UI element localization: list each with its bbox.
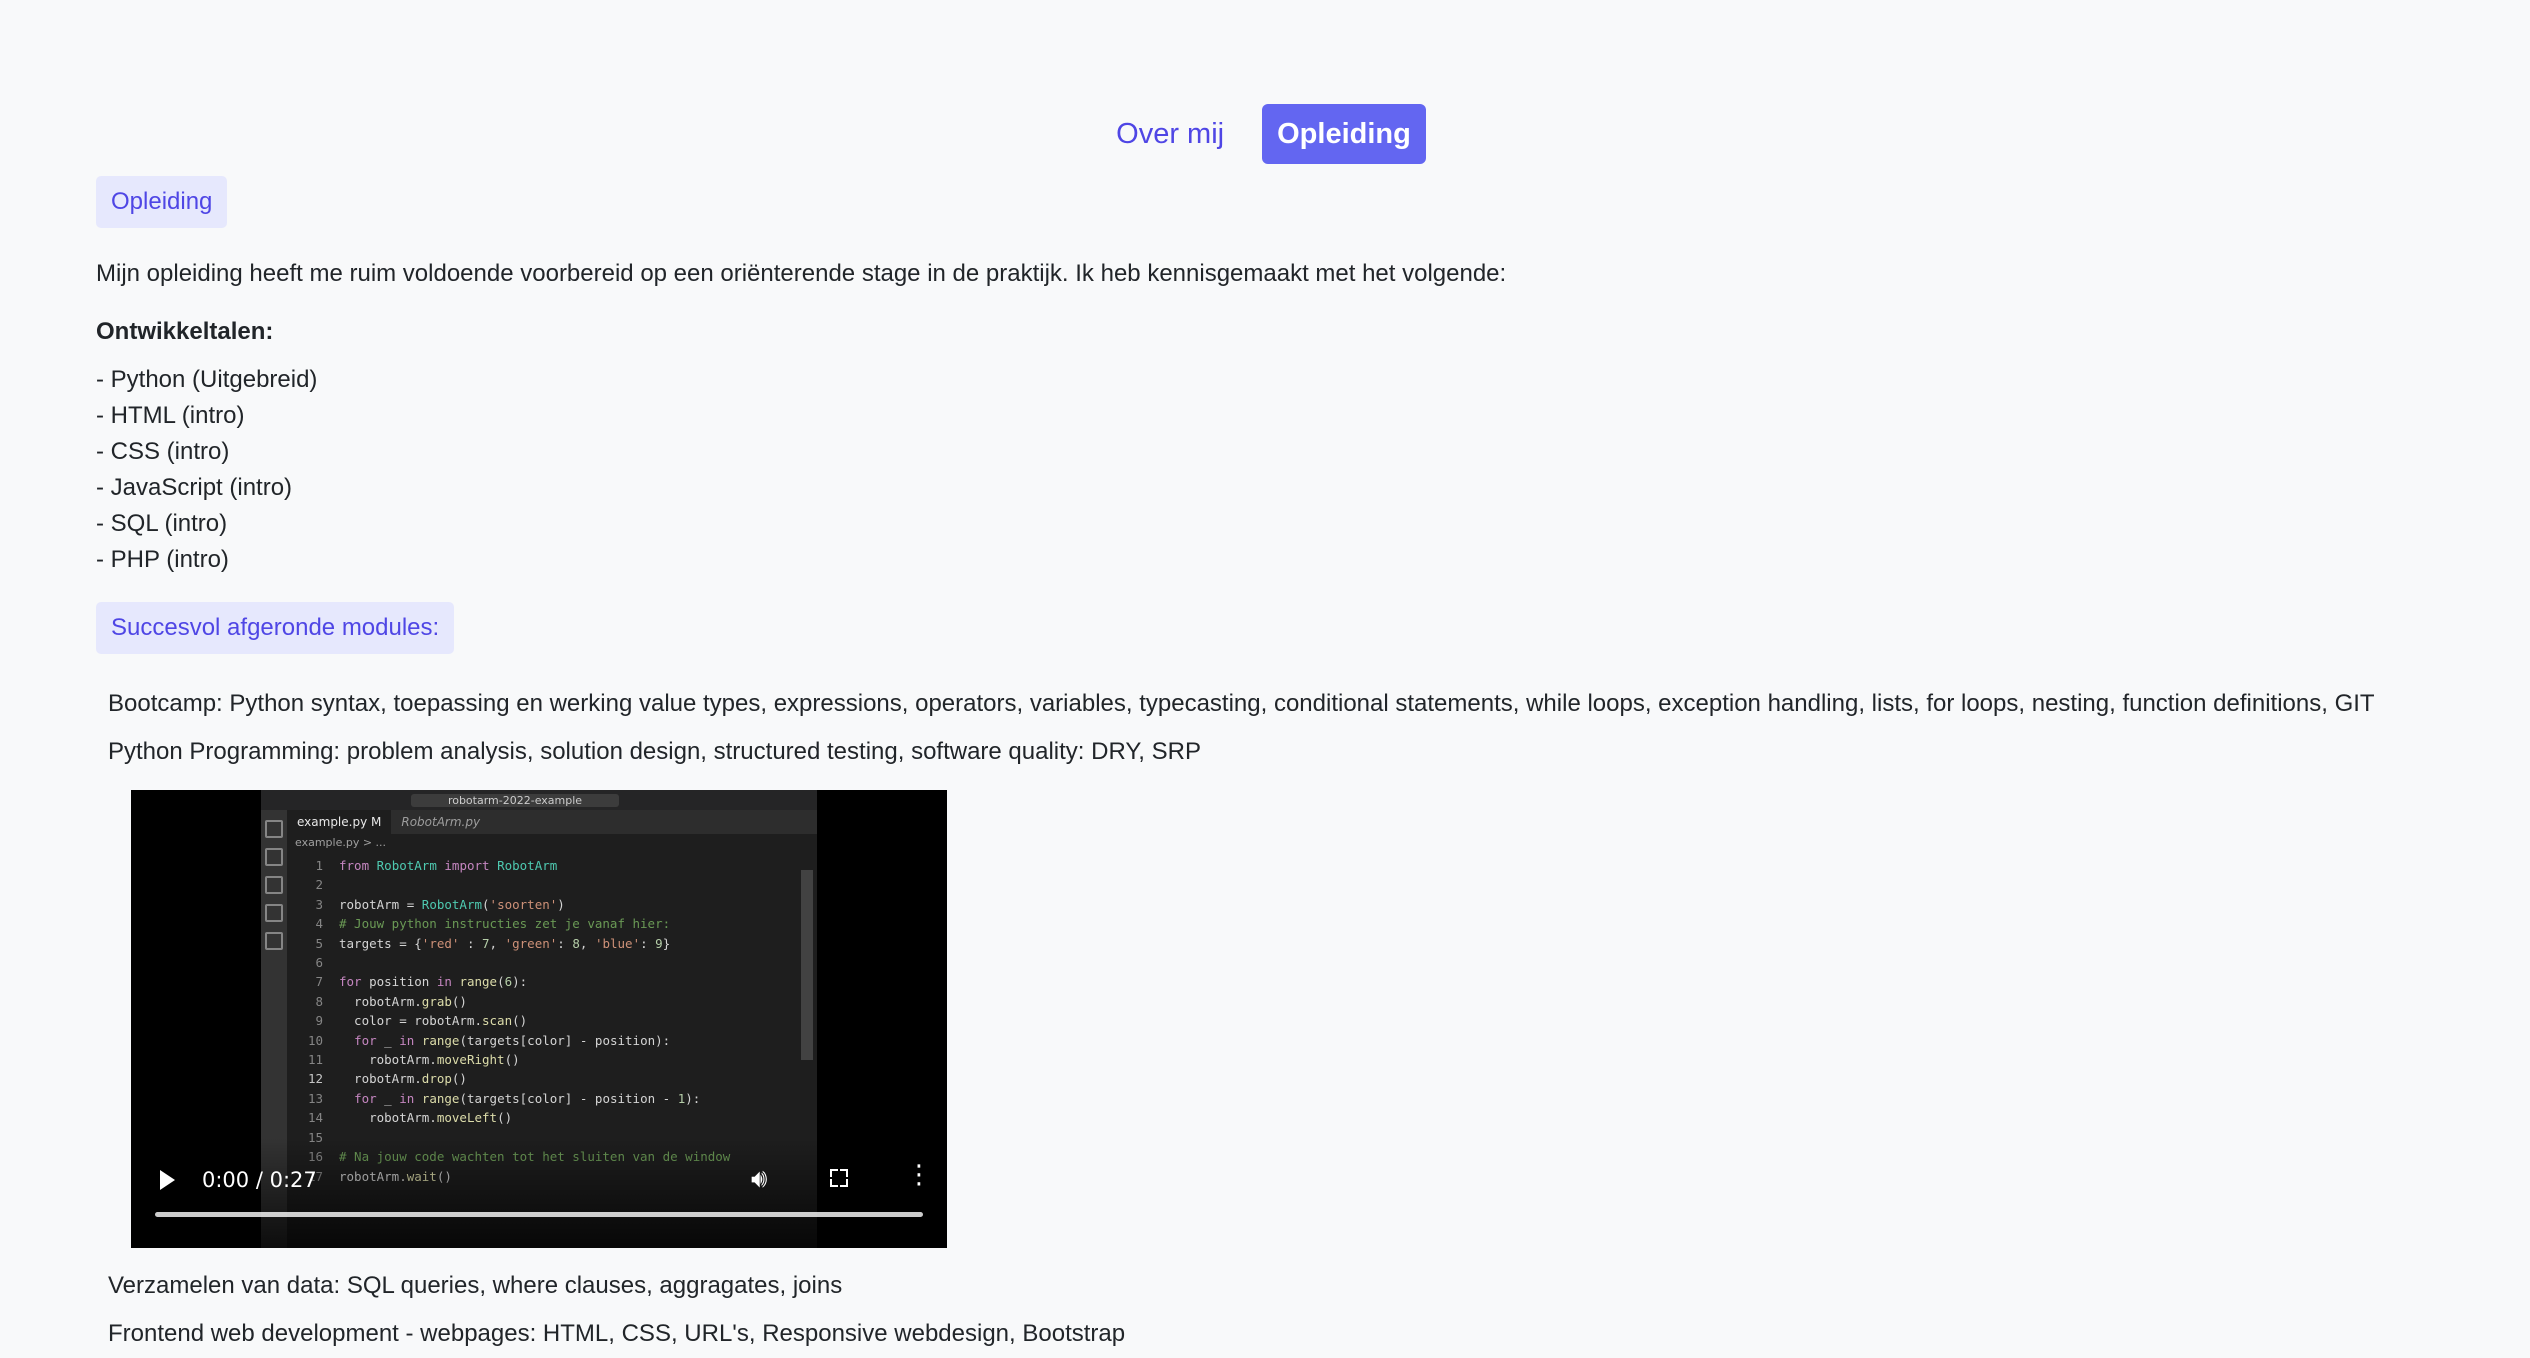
extensions-icon [265, 932, 283, 950]
video-time: 0:00 / 0:27 [202, 1168, 317, 1192]
editor-search-box: robotarm-2022-example [411, 794, 619, 807]
line-number: 4 [315, 916, 323, 932]
code-line: 4 # Jouw python instructies zet je vanaf … [287, 914, 797, 933]
line-code: robotArm.drop() [339, 1071, 467, 1087]
line-code: robotArm.moveRight() [339, 1052, 520, 1068]
line-code: for _ in range(targets[color] - position… [354, 1032, 671, 1048]
code-line: 1 from RobotArm import RobotArm [287, 856, 797, 875]
code-line: 9 color = robotArm.scan() [287, 1011, 797, 1030]
play-icon[interactable] [160, 1170, 175, 1190]
nav-opleiding[interactable]: Opleiding [1262, 104, 1426, 164]
line-number: 5 [315, 935, 323, 951]
line-code: for _ in range(targets[color] - position… [354, 1090, 701, 1106]
languages-list: - Python (Uitgebreid) - HTML (intro) - C… [96, 362, 2496, 578]
line-code: from RobotArm import RobotArm [339, 858, 558, 873]
line-number: 1 [315, 858, 323, 873]
code-line: 11 robotArm.moveRight() [287, 1050, 797, 1069]
fullscreen-icon[interactable] [830, 1169, 848, 1187]
module-item: Frontend web development - webpages: HTM… [108, 1320, 1126, 1347]
explorer-icon [265, 820, 283, 838]
opleiding-section: Opleiding Mijn opleiding heeft me ruim v… [96, 176, 2496, 1358]
editor-tab: example.py M [287, 810, 392, 834]
editor-tab: RobotArm.py [401, 815, 481, 829]
line-code: targets = {'red' : 7, 'green': 8, 'blue'… [339, 935, 671, 951]
code-line: 12 robotArm.drop() [287, 1069, 797, 1088]
line-code: robotArm.moveLeft() [339, 1110, 513, 1126]
code-line: 10 for _ in range(targets[color] - posit… [287, 1031, 797, 1050]
line-code: robotArm = RobotArm('soorten') [339, 896, 565, 912]
editor-breadcrumb: example.py > ... [295, 836, 387, 849]
list-item: - SQL (intro) [96, 510, 228, 537]
list-item: - HTML (intro) [96, 402, 245, 429]
line-number: 2 [315, 877, 323, 893]
editor-scrollbar [801, 870, 813, 1060]
nav-over-mij[interactable]: Over mij [1104, 104, 1236, 164]
section-badge: Opleiding [96, 176, 228, 228]
line-code: # Jouw python instructies zet je vanaf h… [339, 916, 671, 932]
editor-titlebar: robotarm-2022-example [261, 790, 817, 810]
code-line: 2 [287, 875, 797, 894]
code-line: 8 robotArm.grab() [287, 992, 797, 1011]
video-progress-bar[interactable] [155, 1212, 923, 1217]
line-number: 9 [315, 1013, 323, 1029]
line-number: 7 [315, 974, 323, 990]
modules-list: Bootcamp: Python syntax, toepassing en w… [96, 680, 2496, 1358]
module-item: Verzamelen van data: SQL queries, where … [108, 1272, 843, 1299]
list-item: - CSS (intro) [96, 438, 230, 465]
line-code: for position in range(6): [339, 974, 528, 990]
list-item: - Python (Uitgebreid) [96, 366, 318, 393]
module-item: Bootcamp: Python syntax, toepassing en w… [108, 690, 2375, 717]
code-area: 1 from RobotArm import RobotArm 2 3 robotArm… [287, 856, 797, 1186]
intro-text: Mijn opleiding heeft me ruim voldoende v… [96, 260, 1507, 287]
languages-heading: Ontwikkeltalen: [96, 318, 274, 345]
modules-badge: Succesvol afgeronde modules: [96, 602, 455, 654]
code-line: 3 robotArm = RobotArm('soorten') [287, 895, 797, 914]
code-line: 7 for position in range(6): [287, 972, 797, 991]
code-line: 13 for _ in range(targets[color] - posit… [287, 1089, 797, 1108]
code-line: 5 targets = {'red' : 7, 'green': 8, 'blue… [287, 934, 797, 953]
more-vert-icon[interactable]: ⋮ [906, 1162, 932, 1188]
line-number: 11 [307, 1052, 323, 1068]
list-item: - JavaScript (intro) [96, 474, 293, 501]
line-number: 14 [307, 1110, 323, 1126]
top-nav: Over mij Opleiding [0, 104, 2530, 164]
code-line: 6 [287, 953, 797, 972]
line-number: 6 [315, 955, 323, 971]
line-number: 3 [315, 896, 323, 912]
source-control-icon [265, 876, 283, 894]
controls-overlay [131, 1138, 947, 1248]
line-number: 8 [315, 993, 323, 1009]
code-line: 14 robotArm.moveLeft() [287, 1108, 797, 1127]
line-number: 13 [307, 1090, 323, 1106]
editor-tabs: example.py M RobotArm.py [287, 810, 817, 834]
line-code: robotArm.grab() [339, 993, 467, 1009]
video-player[interactable]: robotarm-2022-example example.py M Robot… [131, 790, 947, 1248]
run-icon [265, 904, 283, 922]
search-icon [265, 848, 283, 866]
volume-icon[interactable]: 🔊︎ [751, 1164, 767, 1195]
line-number: 10 [307, 1032, 323, 1048]
module-item: Python Programming: problem analysis, so… [108, 738, 1201, 765]
list-item: - PHP (intro) [96, 546, 229, 573]
line-code: color = robotArm.scan() [339, 1013, 528, 1029]
line-number: 12 [307, 1071, 323, 1087]
